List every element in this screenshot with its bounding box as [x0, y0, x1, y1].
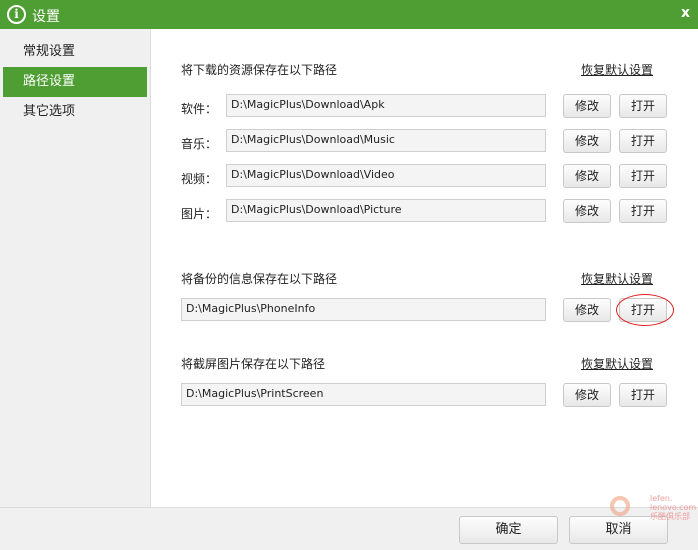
picture-open-button[interactable]: 打开: [619, 199, 667, 223]
screenshot-open-button[interactable]: 打开: [619, 383, 667, 407]
download-reset-link[interactable]: 恢复默认设置: [581, 61, 653, 78]
backup-reset-link[interactable]: 恢复默认设置: [581, 270, 653, 287]
ok-button[interactable]: 确定: [459, 516, 558, 544]
watermark: lefen. lenovo.com 乐酷俱乐部: [650, 494, 696, 521]
screenshot-path-input[interactable]: D:\MagicPlus\PrintScreen: [181, 383, 546, 406]
picture-path-input[interactable]: D:\MagicPlus\Download\Picture: [226, 199, 546, 222]
screenshot-modify-button[interactable]: 修改: [563, 383, 611, 407]
backup-modify-button[interactable]: 修改: [563, 298, 611, 322]
software-path-input[interactable]: D:\MagicPlus\Download\Apk: [226, 94, 546, 117]
music-path-input[interactable]: D:\MagicPlus\Download\Music: [226, 129, 546, 152]
download-heading: 将下载的资源保存在以下路径: [181, 63, 338, 77]
video-open-button[interactable]: 打开: [619, 164, 667, 188]
software-label: 软件：: [181, 102, 218, 116]
close-button[interactable]: x: [681, 5, 690, 21]
window-title: 设置: [32, 9, 60, 25]
watermark-logo-icon: [610, 496, 630, 516]
path-settings-panel: 将下载的资源保存在以下路径 恢复默认设置 软件： D:\MagicPlus\Do…: [151, 29, 698, 507]
title-bar: i 设置 x: [0, 0, 698, 29]
video-modify-button[interactable]: 修改: [563, 164, 611, 188]
sidebar-item-other[interactable]: 其它选项: [3, 97, 147, 127]
sidebar-item-paths[interactable]: 路径设置: [3, 67, 147, 97]
music-label: 音乐：: [181, 137, 218, 151]
screenshot-heading: 将截屏图片保存在以下路径: [181, 357, 326, 371]
footer: 确定 取消: [0, 507, 698, 550]
software-open-button[interactable]: 打开: [619, 94, 667, 118]
picture-modify-button[interactable]: 修改: [563, 199, 611, 223]
music-modify-button[interactable]: 修改: [563, 129, 611, 153]
backup-open-button[interactable]: 打开: [619, 298, 667, 322]
video-label: 视频：: [181, 172, 218, 186]
info-icon: i: [7, 5, 26, 24]
screenshot-reset-link[interactable]: 恢复默认设置: [581, 355, 653, 372]
watermark-line: 乐酷俱乐部: [650, 512, 690, 521]
watermark-line: lenovo.com: [650, 503, 697, 512]
software-modify-button[interactable]: 修改: [563, 94, 611, 118]
backup-path-input[interactable]: D:\MagicPlus\PhoneInfo: [181, 298, 546, 321]
watermark-line: lefen.: [650, 494, 673, 503]
video-path-input[interactable]: D:\MagicPlus\Download\Video: [226, 164, 546, 187]
sidebar-item-general[interactable]: 常规设置: [3, 37, 147, 67]
music-open-button[interactable]: 打开: [619, 129, 667, 153]
sidebar: 常规设置 路径设置 其它选项: [0, 29, 151, 507]
backup-heading: 将备份的信息保存在以下路径: [181, 272, 338, 286]
picture-label: 图片：: [181, 207, 218, 221]
